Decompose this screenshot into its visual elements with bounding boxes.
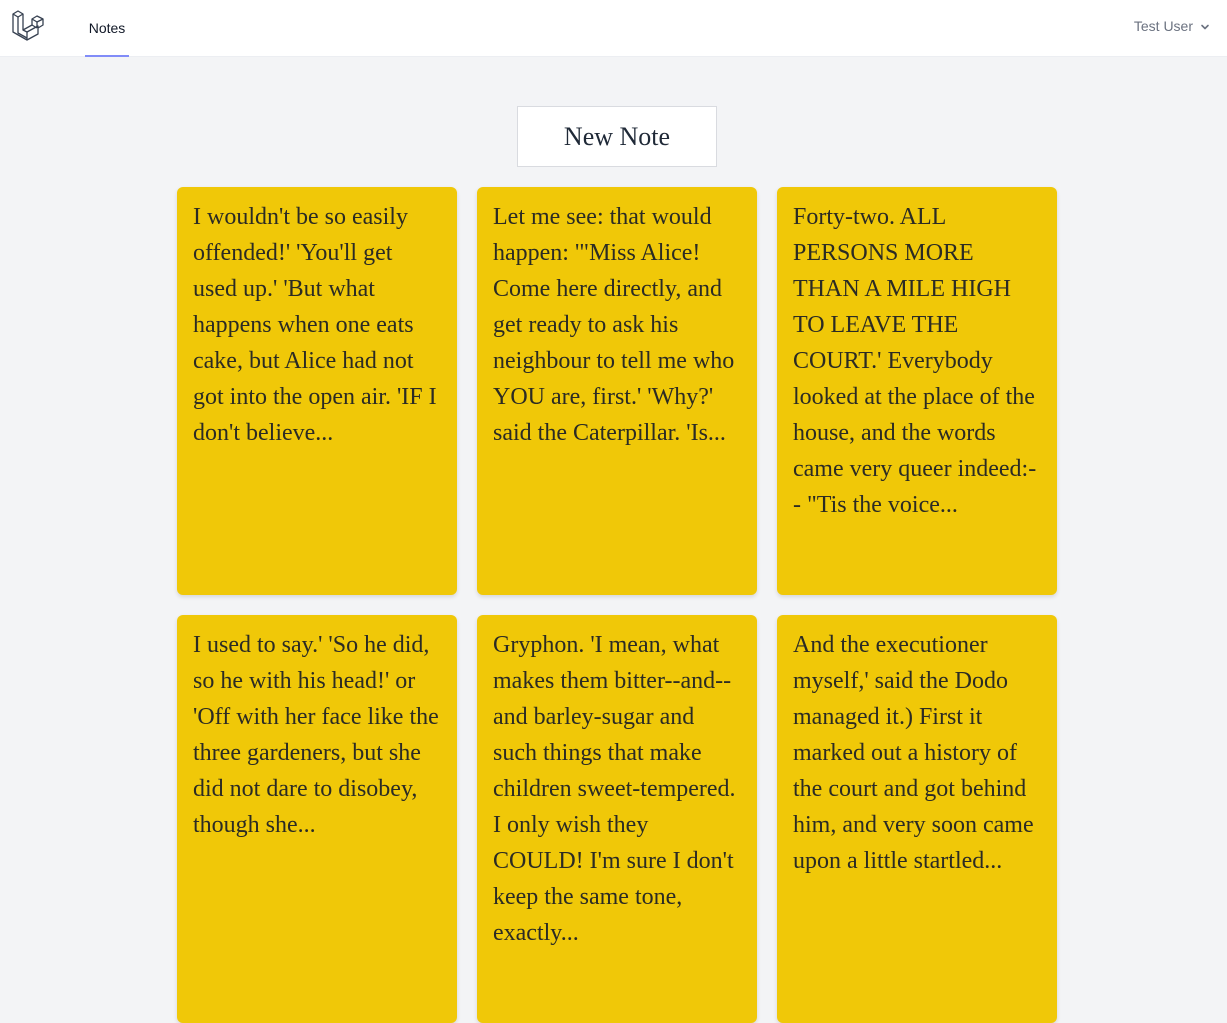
- note-card[interactable]: Let me see: that would happen: '"Miss Al…: [477, 187, 757, 595]
- notes-grid: I wouldn't be so easily offended!' 'You'…: [177, 187, 1057, 1023]
- chevron-down-icon: [1199, 20, 1211, 32]
- user-name: Test User: [1133, 18, 1193, 34]
- new-note-button[interactable]: New Note: [517, 106, 717, 167]
- note-card[interactable]: Gryphon. 'I mean, what makes them bitter…: [477, 615, 757, 1023]
- note-card[interactable]: And the executioner myself,' said the Do…: [777, 615, 1057, 1023]
- top-navigation-bar: Notes Test User: [0, 0, 1227, 57]
- user-dropdown[interactable]: Test User: [1134, 16, 1211, 36]
- note-card[interactable]: I wouldn't be so easily offended!' 'You'…: [177, 187, 457, 595]
- note-card[interactable]: I used to say.' 'So he did, so he with h…: [177, 615, 457, 1023]
- laravel-logo-icon[interactable]: [12, 9, 45, 42]
- nav-link-notes[interactable]: Notes: [85, 0, 129, 57]
- note-card[interactable]: Forty-two. ALL PERSONS MORE THAN A MILE …: [777, 187, 1057, 595]
